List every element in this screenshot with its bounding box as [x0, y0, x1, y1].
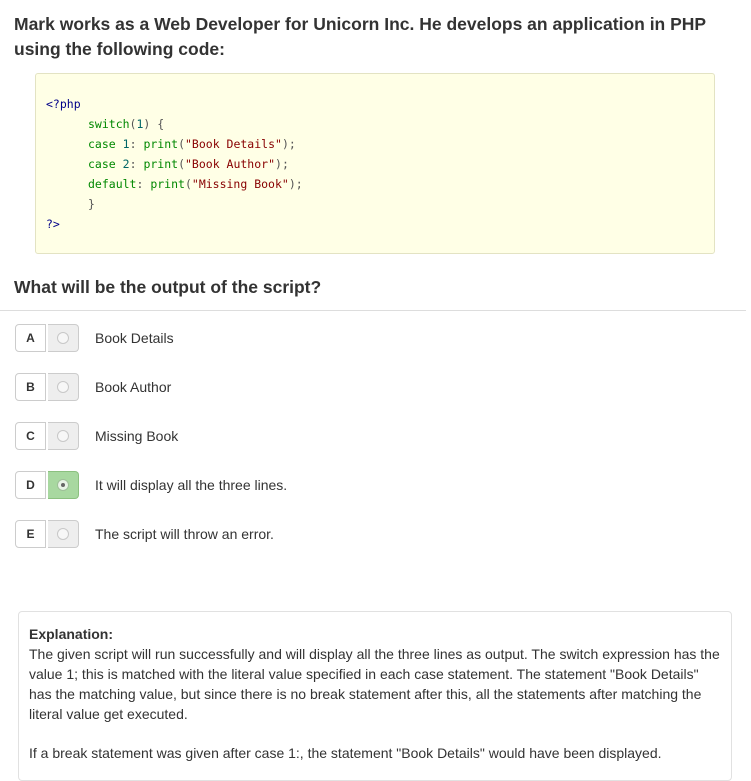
radio-button[interactable] [57, 479, 69, 491]
option-letter: A [15, 324, 46, 352]
option-c[interactable]: C Missing Book [15, 422, 715, 452]
option-radio-cell[interactable] [48, 520, 79, 548]
code-token: "Missing Book" [191, 177, 289, 191]
code-token: ?> [46, 217, 60, 231]
option-radio-cell[interactable] [48, 471, 79, 499]
option-e[interactable]: E The script will throw an error. [15, 520, 715, 550]
code-line: switch(1) { [88, 114, 164, 134]
code-line: ?> [46, 214, 60, 234]
explanation-title: Explanation: [29, 626, 114, 642]
radio-button[interactable] [57, 528, 69, 540]
option-radio-cell[interactable] [48, 422, 79, 450]
code-token: switch [88, 117, 130, 131]
code-token: ); [281, 137, 296, 151]
radio-button[interactable] [57, 381, 69, 393]
code-token: ( [178, 157, 185, 171]
code-token: : [129, 137, 144, 151]
option-a[interactable]: A Book Details [15, 324, 715, 354]
code-token: ); [288, 177, 303, 191]
subquestion-text: What will be the output of the script? [14, 277, 322, 297]
explanation-panel: Explanation: The given script will run s… [18, 611, 732, 781]
option-text[interactable]: Book Details [95, 330, 174, 346]
option-letter: D [15, 471, 46, 499]
option-text[interactable]: Missing Book [95, 428, 178, 444]
code-token: 2 [122, 157, 130, 171]
option-radio-cell[interactable] [48, 373, 79, 401]
code-token: : [129, 157, 144, 171]
code-token: print [143, 137, 179, 151]
explanation-paragraph: The given script will run successfully a… [29, 646, 720, 722]
code-token: ); [275, 157, 289, 171]
radio-dot-icon [61, 483, 65, 487]
code-token: case [88, 157, 116, 171]
radio-button[interactable] [57, 430, 69, 442]
option-letter: C [15, 422, 46, 450]
code-token: <?php [46, 97, 81, 111]
divider [0, 310, 746, 311]
question-text: Mark works as a Web Developer for Unicor… [14, 14, 706, 59]
code-line: case 1: print("Book Details"); [88, 134, 296, 154]
code-token: "Book Author" [185, 157, 276, 171]
code-token: 1 [122, 137, 130, 151]
option-letter: E [15, 520, 46, 548]
code-token: ( [178, 137, 185, 151]
code-line: case 2: print("Book Author"); [88, 154, 289, 174]
code-token: ( [184, 177, 192, 191]
option-text[interactable]: Book Author [95, 379, 171, 395]
code-token: print [150, 177, 185, 191]
code-line: } [88, 194, 95, 214]
code-line: <?php [46, 94, 81, 114]
explanation-paragraph: If a break statement was given after cas… [29, 745, 662, 761]
option-letter: B [15, 373, 46, 401]
code-token: } [88, 197, 95, 211]
code-token: case [88, 137, 116, 151]
option-radio-cell[interactable] [48, 324, 79, 352]
code-token: { [150, 117, 165, 131]
option-text[interactable]: The script will throw an error. [95, 526, 274, 542]
code-token: print [143, 157, 179, 171]
radio-button[interactable] [57, 332, 69, 344]
code-block: <?php switch(1) { case 1: print("Book De… [35, 73, 715, 254]
option-b[interactable]: B Book Author [15, 373, 715, 403]
code-token: : [136, 177, 151, 191]
code-token: "Book Details" [185, 137, 282, 151]
option-d[interactable]: D It will display all the three lines. [15, 471, 715, 501]
code-line: default: print("Missing Book"); [88, 174, 303, 194]
code-token: default [88, 177, 137, 191]
option-text[interactable]: It will display all the three lines. [95, 477, 287, 493]
